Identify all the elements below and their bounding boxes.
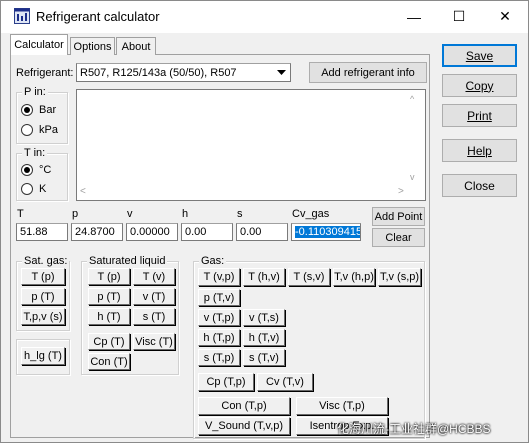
gas-visc-tp-button[interactable]: Visc (T,p) [296,397,388,415]
print-button[interactable]: Print [442,104,517,127]
radio-bar[interactable] [21,104,33,116]
close-window-button[interactable]: ✕ [482,0,528,33]
input-v[interactable]: 0.00000 [126,223,178,241]
scroll-left-icon[interactable]: < [80,186,89,198]
tab-about[interactable]: About [116,37,156,55]
p-in-title: P in: [22,86,48,98]
add-point-button[interactable]: Add Point [372,207,425,226]
radio-kelvin-label: K [39,183,47,195]
saturated-liquid-title: Saturated liquid [87,255,168,267]
scroll-down-icon[interactable]: v [410,172,419,184]
gas-tv-hp-button[interactable]: T,v (h,p) [333,268,375,286]
sat-liq-t-p-button[interactable]: T (p) [88,268,130,285]
window-title: Refrigerant calculator [36,9,160,24]
close-button[interactable]: Close [442,174,517,197]
label-h: h [182,208,189,220]
refrigerant-selected-value: R507, R125/143a (50/50), R507 [80,66,237,79]
label-s: s [237,208,243,220]
gas-cp-tp-button[interactable]: Cp (T,p) [198,373,254,391]
label-t: T [17,208,24,220]
radio-celsius[interactable] [21,164,33,176]
refrigerant-label: Refrigerant: [16,67,74,79]
close-icon: ✕ [499,8,511,24]
sat-liq-s-t-button[interactable]: s (T) [133,308,175,325]
gas-con-tp-button[interactable]: Con (T,p) [198,397,290,415]
radio-celsius-label: °C [39,164,52,176]
sat-liq-v-t-button[interactable]: v (T) [133,288,175,305]
sat-liq-t-v-button[interactable]: T (v) [133,268,175,285]
maximize-icon: ☐ [452,8,466,24]
tab-calculator[interactable]: Calculator [10,34,68,55]
refrigerant-select[interactable]: R507, R125/143a (50/50), R507 [76,63,291,82]
gas-h-tp-button[interactable]: h (T,p) [198,329,240,346]
label-cv-gas: Cv_gas [292,208,330,220]
sat-gas-title: Sat. gas: [22,255,70,267]
clear-button[interactable]: Clear [372,228,425,247]
gas-cv-tv-button[interactable]: Cv (T,v) [257,373,313,391]
scroll-right-icon[interactable]: > [398,186,407,198]
gas-v-tp-button[interactable]: v (T,p) [198,309,240,326]
minimize-button[interactable]: — [391,0,437,33]
gas-title: Gas: [199,255,227,267]
input-h[interactable]: 0.00 [181,223,233,241]
sat-gas-p-t-button[interactable]: p (T) [21,288,65,305]
help-button[interactable]: Help [442,139,517,162]
input-s[interactable]: 0.00 [236,223,288,241]
save-button[interactable]: Save [442,44,517,67]
label-v: v [127,208,133,220]
gas-h-tv-button[interactable]: h (T,v) [243,329,285,346]
gas-s-tv-button[interactable]: s (T,v) [243,349,285,366]
maximize-button[interactable]: ☐ [436,0,482,33]
radio-bar-label: Bar [39,104,57,116]
copy-button[interactable]: Copy [442,74,517,97]
app-icon [14,8,30,24]
dropdown-arrow-icon[interactable] [273,64,290,81]
gas-v-ts-button[interactable]: v (T,s) [243,309,285,326]
add-refrigerant-info-button[interactable]: Add refrigerant info [309,62,427,83]
input-cv-gas[interactable]: -0.110309415 [291,223,361,241]
scroll-up-icon[interactable]: ^ [410,94,419,106]
sat-gas-t-p-button[interactable]: T (p) [21,268,65,285]
radio-kpa-label: kPa [39,124,58,136]
gas-vsound-button[interactable]: V_Sound (T,v,p) [198,417,290,435]
input-t[interactable]: 51.88 [16,223,68,241]
sat-gas-tpv-s-button[interactable]: T,p,v (s) [21,308,65,325]
tab-options[interactable]: Options [70,37,115,55]
sat-liq-con-t-button[interactable]: Con (T) [88,353,130,370]
watermark-text: 化海川流-工业社群@HCBBS [337,422,491,436]
output-textarea[interactable] [76,89,426,201]
h-lg-button[interactable]: h_lg (T) [21,347,65,365]
minimize-icon: — [407,8,421,25]
gas-t-sv-button[interactable]: T (s,v) [288,268,330,286]
t-in-title: T in: [22,147,48,159]
gas-p-tv-button[interactable]: p (T,v) [198,289,240,306]
sat-liq-h-t-button[interactable]: h (T) [88,308,130,325]
radio-kelvin[interactable] [21,183,33,195]
gas-t-vp-button[interactable]: T (v,p) [198,268,240,286]
gas-s-tp-button[interactable]: s (T,p) [198,349,240,366]
input-p[interactable]: 24.8700 [71,223,123,241]
label-p: p [72,208,79,220]
sat-liq-cp-t-button[interactable]: Cp (T) [88,333,130,350]
sat-liq-visc-t-button[interactable]: Visc (T) [133,333,175,350]
sat-liq-p-t-button[interactable]: p (T) [88,288,130,305]
radio-kpa[interactable] [21,124,33,136]
gas-t-hv-button[interactable]: T (h,v) [243,268,285,286]
gas-tv-sp-button[interactable]: T,v (s,p) [378,268,421,286]
